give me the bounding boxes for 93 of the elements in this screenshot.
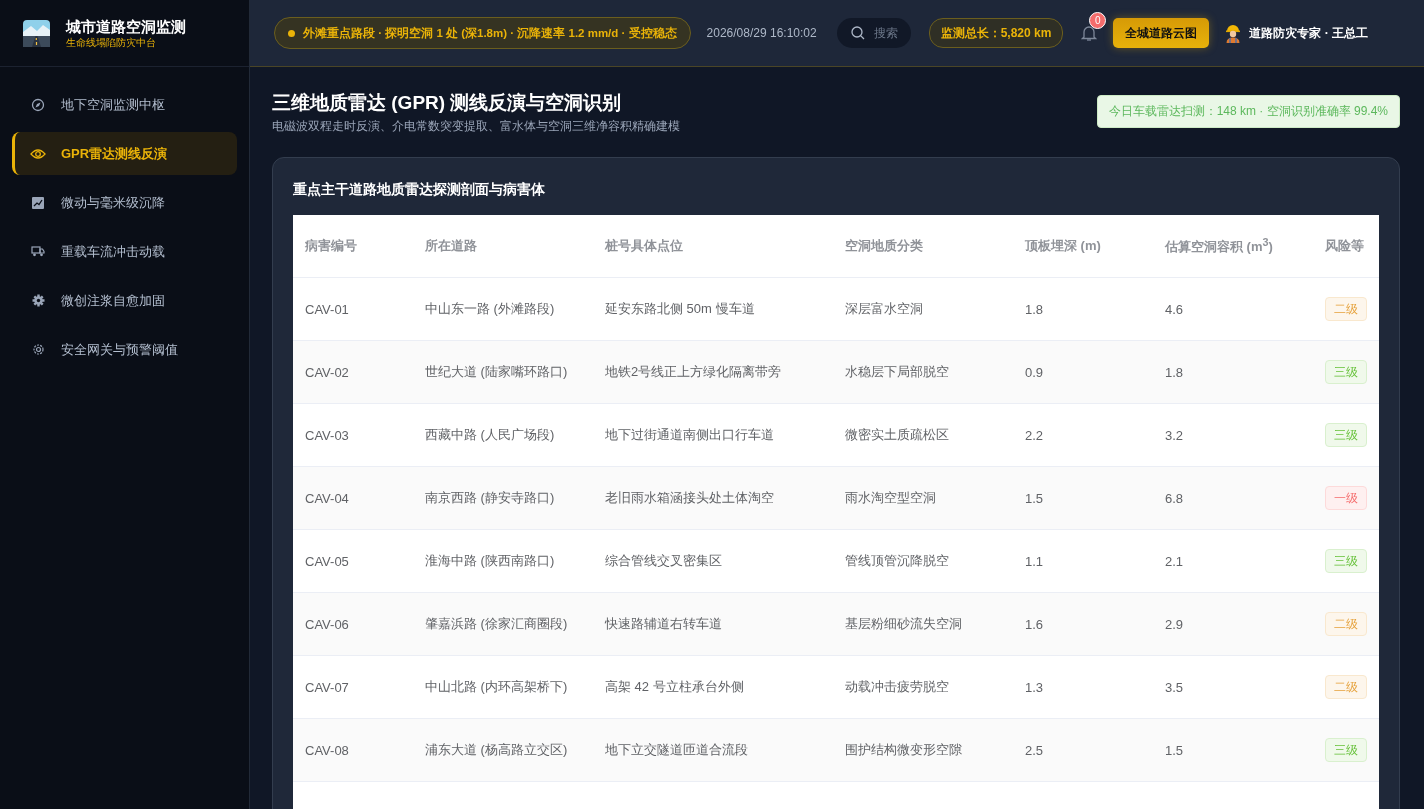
table-cell: 0.9 bbox=[1013, 340, 1153, 404]
table-cell: 1.6 bbox=[1013, 592, 1153, 656]
table-cell: 1.5 bbox=[1013, 466, 1153, 530]
table-cell: 1.8 bbox=[1013, 277, 1153, 341]
eye-icon bbox=[30, 147, 46, 160]
table-cell: 综合管线交叉密集区 bbox=[593, 529, 833, 593]
risk-level-tag: 三级 bbox=[1325, 738, 1367, 762]
column-header: 顶板埋深 (m) bbox=[1013, 215, 1153, 278]
table-cell: 基层粉细砂流失空洞 bbox=[833, 592, 1013, 656]
table-cell: 西藏中路 (人民广场段) bbox=[413, 403, 593, 467]
bell-icon[interactable] bbox=[1081, 24, 1098, 42]
table-cell: 淮海中路 (陕西南路口) bbox=[413, 529, 593, 593]
risk-level-tag: 二级 bbox=[1325, 612, 1367, 636]
scan-summary-badge: 今日车载雷达扫测：148 km · 空洞识别准确率 99.4% bbox=[1096, 95, 1400, 128]
nav-item[interactable]: 微创注浆自愈加固 bbox=[12, 279, 237, 322]
table-cell: 地下立交隧道匝道合流段 bbox=[593, 718, 833, 782]
total-length-badge: 监测总长：5,820 km bbox=[928, 18, 1064, 48]
table-cell: 南京西路 (静安寺路口) bbox=[413, 466, 593, 530]
table-cell: 中山北路 (内环高架桥下) bbox=[413, 655, 593, 719]
table-cell: 管线顶管沉降脱空 bbox=[833, 529, 1013, 593]
risk-level-tag: 二级 bbox=[1325, 297, 1367, 321]
table-cell: CAV-04 bbox=[293, 466, 413, 530]
road-logo-icon bbox=[23, 19, 50, 47]
status-dot bbox=[288, 29, 295, 37]
table-cell: 1.3 bbox=[1013, 655, 1153, 719]
column-header: 风险等 bbox=[1313, 215, 1379, 278]
nav-item[interactable]: 重载车流冲击动载 bbox=[12, 230, 237, 273]
table-cell: CAV-05 bbox=[293, 529, 413, 593]
table-cell: 1.5 bbox=[1153, 718, 1313, 782]
table-cell: 3.5 bbox=[1153, 655, 1313, 719]
table-cell: CAV-02 bbox=[293, 340, 413, 404]
table-cell: CAV-03 bbox=[293, 403, 413, 467]
cog-icon bbox=[31, 294, 45, 307]
table-cell: CAV-08 bbox=[293, 718, 413, 782]
card-title: 重点主干道路地质雷达探测剖面与病害体 bbox=[293, 180, 546, 199]
risk-level-tag: 二级 bbox=[1325, 675, 1367, 699]
nav-item[interactable]: 地下空洞监测中枢 bbox=[12, 83, 237, 126]
table-cell: 6.8 bbox=[1153, 466, 1313, 530]
user-name[interactable]: 道路防灾专家 · 王总工 bbox=[1249, 24, 1369, 42]
table-cell: 深层富水空洞 bbox=[833, 277, 1013, 341]
nav-item[interactable]: GPR雷达测线反演 bbox=[12, 132, 237, 175]
compass-icon bbox=[31, 97, 45, 112]
datetime: 2026/08/29 16:10:02 bbox=[706, 26, 817, 40]
table-cell: 2.9 bbox=[1153, 592, 1313, 656]
truck-icon bbox=[31, 246, 45, 257]
table-cell: 围护结构微变形空隙 bbox=[833, 718, 1013, 782]
table-cell: 4.6 bbox=[1153, 277, 1313, 341]
worker-avatar-icon bbox=[1225, 23, 1242, 43]
page-subtitle: 电磁波双程走时反演、介电常数突变提取、富水体与空洞三维净容积精确建模 bbox=[272, 119, 680, 134]
table-cell: CAV-01 bbox=[293, 277, 413, 341]
notification-count: 0 bbox=[1089, 12, 1107, 29]
table-cell: 地铁2号线正上方绿化隔离带旁 bbox=[593, 340, 833, 404]
nav-item[interactable]: 安全网关与预警阈值 bbox=[12, 328, 237, 371]
table-cell: 2.1 bbox=[1153, 529, 1313, 593]
city-road-map-button[interactable]: 全城道路云图 bbox=[1113, 18, 1210, 48]
table-cell: 3.2 bbox=[1153, 403, 1313, 467]
column-header: 所在道路 bbox=[413, 215, 593, 278]
nav-item[interactable]: 微动与毫米级沉降 bbox=[12, 181, 237, 224]
table-cell: 浦东大道 (杨高路立交区) bbox=[413, 718, 593, 782]
app-subtitle: 生命线塌陷防灾中台 bbox=[66, 36, 157, 49]
risk-level-tag: 一级 bbox=[1325, 486, 1367, 510]
column-header: 桩号具体点位 bbox=[593, 215, 833, 278]
table-cell: 肇嘉浜路 (徐家汇商圈段) bbox=[413, 592, 593, 656]
table-cell: 1.1 bbox=[1013, 529, 1153, 593]
table-cell: 快速路辅道右转车道 bbox=[593, 592, 833, 656]
risk-level-tag: 三级 bbox=[1325, 423, 1367, 447]
table-cell: 水稳层下局部脱空 bbox=[833, 340, 1013, 404]
table-cell: CAV-06 bbox=[293, 592, 413, 656]
ticker-text: 外滩重点路段 · 探明空洞 1 处 (深1.8m) · 沉降速率 1.2 mm/d · 受控稳态 bbox=[303, 25, 677, 41]
table-cell: CAV-07 bbox=[293, 655, 413, 719]
table-cell: 2.5 bbox=[1013, 718, 1153, 782]
table-cell: 世纪大道 (陆家嘴环路口) bbox=[413, 340, 593, 404]
page-title: 三维地质雷达 (GPR) 测线反演与空洞识别 bbox=[272, 91, 623, 115]
column-header: 空洞地质分类 bbox=[833, 215, 1013, 278]
table-cell: 高架 42 号立柱承台外侧 bbox=[593, 655, 833, 719]
table-cell: 中山东一路 (外滩路段) bbox=[413, 277, 593, 341]
column-header: 估算空洞容积 (m$^{3}$) bbox=[1153, 215, 1313, 278]
risk-level-tag: 三级 bbox=[1325, 549, 1367, 573]
search-field[interactable]: 搜索 bbox=[836, 18, 911, 48]
column-header: 病害编号 bbox=[293, 215, 413, 278]
table-cell: 延安东路北侧 50m 慢车道 bbox=[593, 277, 833, 341]
table-cell: 1.8 bbox=[1153, 340, 1313, 404]
table-cell: 动载冲击疲劳脱空 bbox=[833, 655, 1013, 719]
settings-icon bbox=[31, 343, 45, 356]
table-cell: 微密实土质疏松区 bbox=[833, 403, 1013, 467]
table-cell: 地下过街通道南侧出口行车道 bbox=[593, 403, 833, 467]
chart-icon bbox=[32, 196, 44, 209]
app-title: 城市道路空洞监测 bbox=[66, 17, 186, 36]
table-cell: 老旧雨水箱涵接头处土体淘空 bbox=[593, 466, 833, 530]
table-cell: 雨水淘空型空洞 bbox=[833, 466, 1013, 530]
search-icon bbox=[850, 26, 865, 40]
risk-level-tag: 三级 bbox=[1325, 360, 1367, 384]
table-cell: 2.2 bbox=[1013, 403, 1153, 467]
